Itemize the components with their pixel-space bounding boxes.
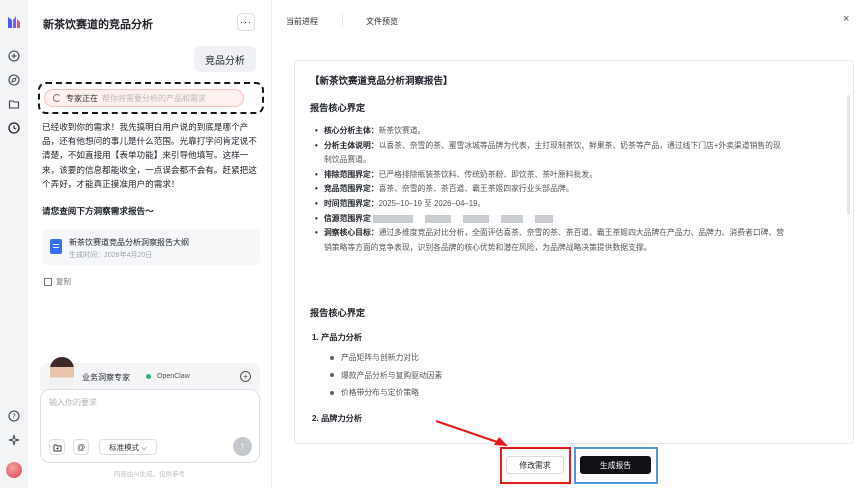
help-icon[interactable]: ? bbox=[6, 408, 22, 424]
sub-item-text: 价格带分布与定价策略 bbox=[341, 388, 419, 397]
scope-label: 信源范围界定 bbox=[324, 213, 371, 223]
list-item: • 洞察核心目标：通过多维度竞品对比分析，全面评估喜茶、奈雪的茶、茶百道、霸王茶… bbox=[315, 228, 785, 252]
compass-icon[interactable] bbox=[6, 72, 22, 88]
add-icon[interactable] bbox=[6, 48, 22, 64]
chat-panel: 新茶饮赛道的竞品分析 ··· 竞品分析 专家正在 帮你将需要分析的产品和需求 已… bbox=[28, 0, 271, 488]
scope-value: 已严格排除瓶装茶饮料、传统奶茶粉、即饮茶、茶叶原料批发。 bbox=[378, 169, 597, 179]
scope-label: 时间范围界定： bbox=[324, 198, 379, 208]
mention-button[interactable]: @ bbox=[73, 439, 89, 455]
assistant-reply-bold: 请您查阅下方洞察需求报告～ bbox=[42, 206, 154, 216]
agent-status: OpenClaw bbox=[146, 373, 190, 380]
sparkle-icon[interactable] bbox=[6, 432, 22, 448]
agent-name: 业务洞察专家 bbox=[82, 373, 130, 382]
agent-avatar bbox=[50, 357, 74, 391]
redacted-block bbox=[424, 214, 451, 223]
assistant-reply-text: 已经收到你的需求！我先搞明白用户说的到底是哪个产品，还有他想问的事儿是什么范围。… bbox=[42, 122, 257, 189]
annotation-arrow-icon bbox=[435, 419, 508, 446]
subsection-heading-1: 1. 产品力分析 bbox=[312, 333, 363, 342]
scope-value: 2025–10–19 至 2026–04–19。 bbox=[378, 198, 486, 208]
status-hint-text: 帮你将需要分析的产品和需求 bbox=[102, 93, 206, 103]
folder-plus-icon bbox=[53, 444, 61, 451]
copy-button[interactable]: 复制 bbox=[44, 276, 71, 287]
chat-title: 新茶饮赛道的竞品分析 bbox=[43, 19, 153, 31]
sidebar-rail: ? bbox=[0, 0, 28, 488]
folder-icon[interactable] bbox=[6, 96, 22, 112]
section-heading-1: 报告核心界定 bbox=[310, 103, 366, 113]
user-message-bubble: 竞品分析 bbox=[194, 46, 256, 72]
document-preview: 【新茶饮赛道竞品分析洞察报告】 报告核心界定 • 核心分析主体：新茶饮赛道。 •… bbox=[294, 60, 854, 444]
preview-panel: 当前进程 文件预览 × 【新茶饮赛道竞品分析洞察报告】 报告核心界定 • 核心分… bbox=[271, 0, 866, 488]
agent-status-label: OpenClaw bbox=[157, 373, 190, 380]
subsection-heading-2: 2. 品牌力分析 bbox=[312, 414, 363, 423]
generate-report-button[interactable]: 生成报告 bbox=[580, 456, 651, 474]
tab-current-progress[interactable]: 当前进程 bbox=[286, 16, 318, 27]
agent-add-icon[interactable]: + bbox=[240, 371, 251, 382]
sub-item-text: 产品矩阵与创新力对比 bbox=[341, 353, 419, 362]
agent-composer: 业务洞察专家 OpenClaw + @ 标准模式 ⌵ ↑ bbox=[40, 357, 260, 463]
at-icon: @ bbox=[76, 442, 86, 452]
status-annotation-box: 专家正在 帮你将需要分析的产品和需求 bbox=[38, 82, 264, 114]
attach-file-button[interactable] bbox=[49, 439, 65, 455]
history-icon[interactable] bbox=[6, 120, 22, 136]
scope-value: 喜茶、奈雪的茶、茶百道、霸王茶姬四家行业头部品牌。 bbox=[378, 184, 574, 194]
redacted-block bbox=[462, 214, 489, 223]
online-dot-icon bbox=[146, 374, 151, 379]
list-item: • 竞品范围界定：喜茶、奈雪的茶、茶百道、霸王茶姬四家行业头部品牌。 bbox=[315, 184, 574, 194]
sub-item-text: 爆款产品分析与复购驱动因素 bbox=[341, 370, 443, 380]
redacted-block bbox=[372, 214, 413, 223]
subsection-list: 产品矩阵与创新力对比 爆款产品分析与复购驱动因素 价格带分布与定价策略 bbox=[330, 349, 442, 402]
user-avatar[interactable] bbox=[6, 462, 22, 478]
agent-header: 业务洞察专家 OpenClaw + bbox=[40, 357, 260, 391]
message-input-box: @ 标准模式 ⌵ ↑ bbox=[40, 389, 260, 463]
list-item: 价格带分布与定价策略 bbox=[330, 384, 442, 402]
mode-select[interactable]: 标准模式 ⌵ bbox=[99, 439, 157, 455]
copy-label: 复制 bbox=[56, 277, 71, 286]
file-card-date: 生成时间：2026年4月20日 bbox=[69, 252, 153, 259]
scope-label: 竞品范围界定： bbox=[324, 184, 379, 194]
logo-icon[interactable] bbox=[6, 14, 22, 30]
tab-file-preview[interactable]: 文件预览 bbox=[366, 16, 398, 27]
list-item: 产品矩阵与创新力对比 bbox=[330, 349, 442, 367]
scope-list: • 核心分析主体：新茶饮赛道。 • 分析主体说明：以喜茶、奈雪的茶、蜜雪冰城等品… bbox=[315, 124, 785, 255]
section-heading-2: 报告核心界定 bbox=[310, 308, 366, 318]
list-item: • 排除范围界定：已严格排除瓶装茶饮料、传统奶茶粉、即饮茶、茶叶原料批发。 bbox=[315, 169, 597, 179]
list-item: • 核心分析主体：新茶饮赛道。 bbox=[315, 126, 426, 135]
more-options-button[interactable]: ··· bbox=[237, 13, 255, 31]
file-card-title: 新茶饮赛道竞品分析洞察报告大纲 bbox=[69, 238, 189, 247]
redacted-block bbox=[534, 214, 553, 223]
modify-highlight-box: 修改需求 bbox=[500, 447, 571, 484]
modify-request-button[interactable]: 修改需求 bbox=[506, 456, 564, 474]
ai-disclaimer: 内容由AI生成，仅供参考 bbox=[113, 471, 186, 478]
redacted-block bbox=[500, 214, 523, 223]
scope-label: 排除范围界定： bbox=[324, 169, 379, 179]
scope-value: 新茶饮赛道。 bbox=[378, 126, 426, 135]
close-panel-icon[interactable]: × bbox=[843, 13, 849, 25]
tab-divider bbox=[342, 14, 343, 26]
generate-highlight-box: 生成报告 bbox=[574, 447, 658, 484]
scope-label: 核心分析主体： bbox=[324, 126, 379, 135]
scope-value: 通过多维度竞品对比分析，全面评估喜茶、奈雪的茶、茶百道、霸王茶姬四大品牌在产品力… bbox=[324, 228, 785, 252]
expert-status-pill: 专家正在 帮你将需要分析的产品和需求 bbox=[44, 89, 244, 107]
scope-label: 洞察核心目标： bbox=[324, 228, 379, 238]
message-input[interactable] bbox=[49, 398, 249, 407]
scope-value: 以喜茶、奈雪的茶、蜜雪冰城等品牌为代表，主打现制茶饮、鲜果茶、奶茶等产品，通过线… bbox=[324, 140, 781, 165]
send-button[interactable]: ↑ bbox=[233, 437, 252, 456]
report-file-card[interactable]: 新茶饮赛道竞品分析洞察报告大纲 生成时间：2026年4月20日 bbox=[42, 229, 260, 265]
scope-label: 分析主体说明： bbox=[324, 140, 379, 150]
document-title: 【新茶饮赛道竞品分析洞察报告】 bbox=[310, 76, 453, 87]
list-item: • 时间范围界定：2025–10–19 至 2026–04–19。 bbox=[315, 198, 486, 208]
list-item: 爆款产品分析与复购驱动因素 bbox=[330, 367, 442, 385]
document-scrollbar[interactable] bbox=[847, 95, 850, 215]
loading-spinner-icon bbox=[53, 94, 61, 102]
list-item: • 信源范围界定 bbox=[315, 212, 785, 227]
svg-text:?: ? bbox=[12, 413, 16, 421]
status-strong-text: 专家正在 bbox=[66, 93, 98, 103]
list-item: • 分析主体说明：以喜茶、奈雪的茶、蜜雪冰城等品牌为代表，主打现制茶饮、鲜果茶、… bbox=[315, 140, 781, 165]
document-icon bbox=[50, 239, 62, 254]
copy-icon bbox=[44, 277, 52, 286]
